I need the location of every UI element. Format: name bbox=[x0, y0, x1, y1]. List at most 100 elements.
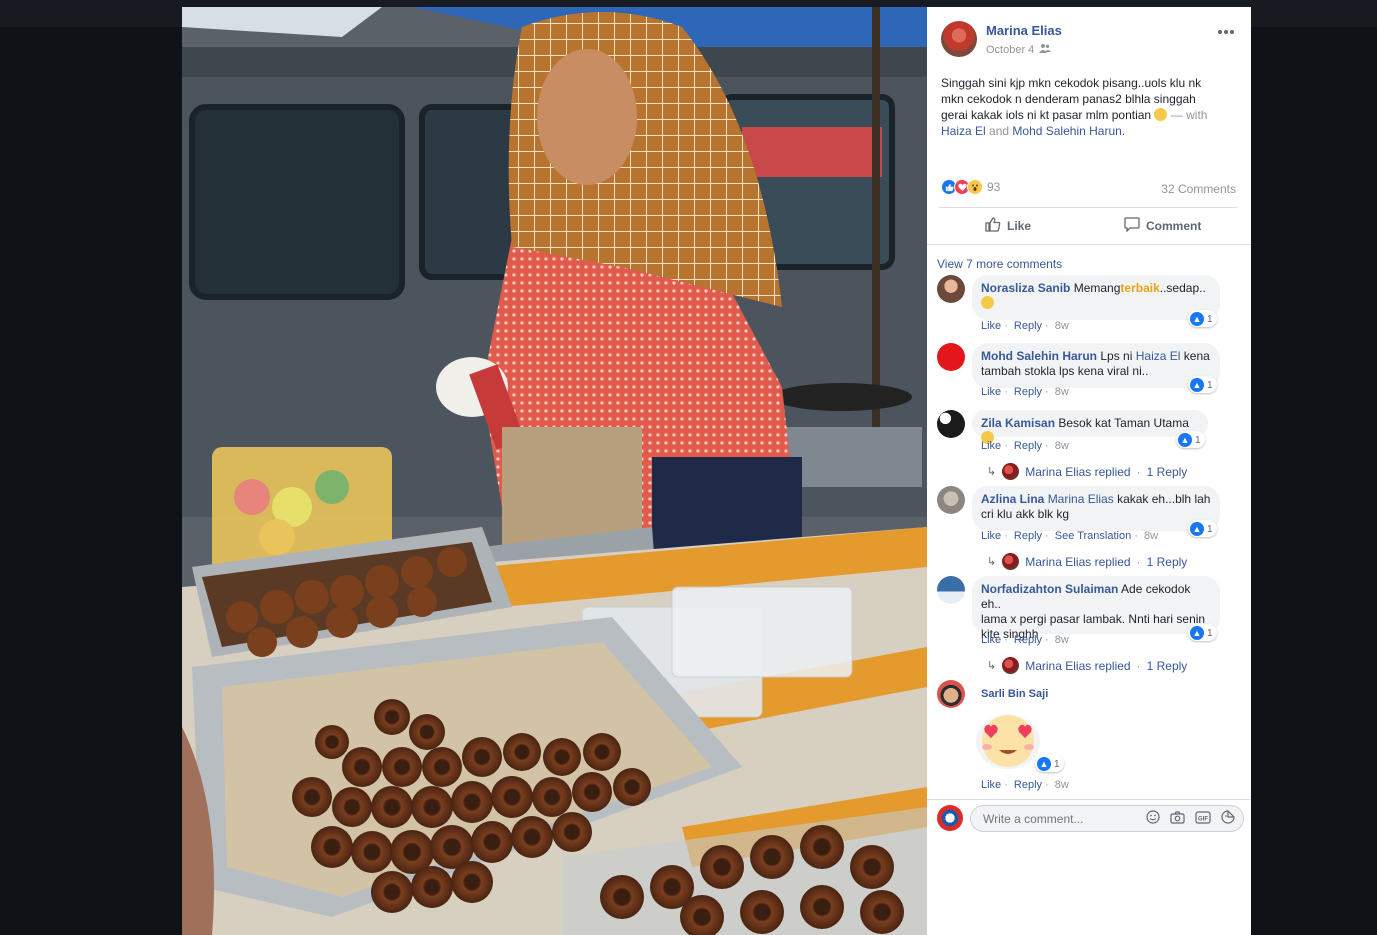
replies-link[interactable]: ↳ Marina Elias replied · 1 Reply bbox=[987, 657, 1187, 674]
comment-time[interactable]: 8w bbox=[1055, 440, 1069, 452]
ellipsis-icon[interactable] bbox=[1217, 24, 1235, 38]
replies-link[interactable]: ↳ Marina Elias replied · 1 Reply bbox=[987, 463, 1187, 480]
comment-time[interactable]: 8w bbox=[1055, 634, 1069, 646]
comments-count[interactable]: 32 Comments bbox=[1161, 182, 1236, 196]
comment-bubble: Mohd Salehin Harun Lps ni Haiza El kena … bbox=[972, 343, 1220, 388]
comment-bubble-icon bbox=[1124, 217, 1140, 235]
comment-reactions[interactable]: ▲ 1 bbox=[1188, 520, 1217, 537]
reaction-count[interactable]: 93 bbox=[987, 180, 1000, 194]
post-date-text[interactable]: October 4 bbox=[986, 44, 1034, 56]
wink-emoji-icon bbox=[1154, 108, 1168, 121]
comment-text: kakak eh...blh lah bbox=[1117, 492, 1211, 506]
avatar[interactable] bbox=[937, 343, 965, 371]
comment-time[interactable]: 8w bbox=[1055, 779, 1069, 791]
post-text-line: mkn cekodok n denderam panas2 blhla sing… bbox=[941, 92, 1196, 106]
like-icon: ▲ bbox=[1178, 433, 1192, 447]
post-date[interactable]: October 4 bbox=[986, 43, 1052, 56]
reply-count[interactable]: 1 Reply bbox=[1147, 555, 1188, 569]
comment-reactions[interactable]: ▲ 1 bbox=[1188, 376, 1217, 393]
comment-reply-link[interactable]: Reply bbox=[1014, 320, 1042, 332]
comment-mention[interactable]: Marina Elias bbox=[1048, 492, 1114, 506]
comment-mention[interactable]: Haiza El bbox=[1136, 349, 1181, 363]
comment-reactions[interactable]: ▲ 1 bbox=[1188, 310, 1217, 327]
view-more-comments[interactable]: View 7 more comments bbox=[937, 257, 1062, 271]
see-translation-link[interactable]: See Translation bbox=[1055, 530, 1131, 542]
post-photo[interactable] bbox=[182, 7, 927, 935]
comment-like-count: 1 bbox=[1207, 313, 1213, 325]
comment-author[interactable]: Zila Kamisan bbox=[981, 416, 1055, 430]
comment-reply-link[interactable]: Reply bbox=[1014, 386, 1042, 398]
comment-actions: Like · Reply · 8w bbox=[981, 320, 1069, 332]
reply-count[interactable]: 1 Reply bbox=[1147, 465, 1188, 479]
avatar bbox=[1002, 463, 1020, 480]
comment-time[interactable]: 8w bbox=[1055, 320, 1069, 332]
tagged-user-1[interactable]: Haiza El bbox=[941, 124, 986, 138]
comment-actions: Like · Reply · 8w bbox=[981, 386, 1069, 398]
comment-bubble: Norfadizahton Sulaiman Ade cekodok eh.. … bbox=[972, 576, 1220, 641]
post-panel: Marina Elias October 4 Singgah sini kjp … bbox=[927, 7, 1251, 935]
camera-icon[interactable] bbox=[1170, 810, 1185, 827]
comment-like-link[interactable]: Like bbox=[981, 530, 1001, 542]
avatar[interactable] bbox=[937, 410, 965, 438]
svg-text:GIF: GIF bbox=[1198, 816, 1208, 822]
post-text: Singgah sini kjp mkn cekodok pisang..uol… bbox=[941, 75, 1241, 139]
reactions-summary[interactable]: 93 bbox=[941, 179, 1000, 195]
reply-count[interactable]: 1 Reply bbox=[1147, 659, 1188, 673]
comment-reactions[interactable]: ▲ 1 bbox=[1176, 431, 1205, 448]
heart-eyes-sticker-icon bbox=[973, 712, 1043, 770]
post-text-line: gerai kakak iols ni kt pasar mlm pontian bbox=[941, 108, 1152, 122]
comment-button-label: Comment bbox=[1146, 219, 1202, 233]
avatar[interactable] bbox=[937, 275, 965, 303]
tagged-user-2[interactable]: Mohd Salehin Harun. bbox=[1012, 124, 1125, 138]
replies-link[interactable]: ↳ Marina Elias replied · 1 Reply bbox=[987, 553, 1187, 570]
comment-time[interactable]: 8w bbox=[1144, 530, 1158, 542]
comment-like-link[interactable]: Like bbox=[981, 779, 1001, 791]
wow-icon bbox=[967, 179, 983, 195]
comment-reply-link[interactable]: Reply bbox=[1014, 530, 1042, 542]
like-button-label: Like bbox=[1007, 219, 1032, 233]
and-text: and bbox=[989, 124, 1010, 138]
comment-like-count: 1 bbox=[1054, 758, 1060, 770]
comment-reply-link[interactable]: Reply bbox=[1014, 634, 1042, 646]
comment-author[interactable]: Norfadizahton Sulaiman bbox=[981, 582, 1118, 596]
comment-reply-link[interactable]: Reply bbox=[1014, 440, 1042, 452]
comment-reactions[interactable]: ▲ 1 bbox=[1035, 755, 1064, 772]
replied-by[interactable]: Marina Elias replied bbox=[1025, 555, 1130, 569]
thumbs-up-icon bbox=[985, 217, 1001, 235]
comment-author[interactable]: Azlina Lina bbox=[981, 492, 1044, 506]
avatar bbox=[1002, 553, 1020, 570]
comment-button[interactable]: Comment bbox=[1124, 217, 1201, 235]
comment-like-link[interactable]: Like bbox=[981, 440, 1001, 452]
avatar[interactable] bbox=[937, 576, 965, 604]
comment-text: ..sedap.. bbox=[1159, 281, 1206, 295]
with-text: — with bbox=[1170, 108, 1208, 122]
gif-icon[interactable]: GIF bbox=[1195, 810, 1211, 827]
comment-bubble: Azlina Lina Marina Elias kakak eh...blh … bbox=[972, 486, 1220, 531]
emoji-icon[interactable] bbox=[1146, 810, 1160, 827]
replied-by[interactable]: Marina Elias replied bbox=[1025, 465, 1130, 479]
avatar[interactable] bbox=[937, 486, 965, 514]
sticker-icon[interactable] bbox=[1221, 810, 1235, 827]
comment-like-link[interactable]: Like bbox=[981, 320, 1001, 332]
avatar[interactable] bbox=[937, 680, 965, 708]
comment-author[interactable]: Sarli Bin Saji bbox=[981, 688, 1048, 700]
comment-bubble: Zila Kamisan Besok kat Taman Utama bbox=[972, 410, 1208, 444]
comment-like-link[interactable]: Like bbox=[981, 634, 1001, 646]
comment-author[interactable]: Norasliza Sanib bbox=[981, 281, 1070, 295]
author-name[interactable]: Marina Elias bbox=[986, 23, 1062, 38]
comment-composer[interactable]: GIF bbox=[970, 805, 1244, 832]
comment-reply-link[interactable]: Reply bbox=[1014, 779, 1042, 791]
comment-time[interactable]: 8w bbox=[1055, 386, 1069, 398]
author-avatar[interactable] bbox=[941, 21, 977, 57]
comment-reactions[interactable]: ▲ 1 bbox=[1188, 624, 1217, 641]
like-icon: ▲ bbox=[1037, 757, 1051, 771]
replied-by[interactable]: Marina Elias replied bbox=[1025, 659, 1130, 673]
comment-author[interactable]: Mohd Salehin Harun bbox=[981, 349, 1097, 363]
divider bbox=[939, 207, 1237, 208]
comment-like-link[interactable]: Like bbox=[981, 386, 1001, 398]
like-icon: ▲ bbox=[1190, 626, 1204, 640]
post-text-line-3: gerai kakak iols ni kt pasar mlm pontian… bbox=[941, 107, 1241, 123]
like-button[interactable]: Like bbox=[985, 217, 1031, 235]
comment-text-line2: cri klu akk blk kg bbox=[981, 507, 1070, 521]
comment-input[interactable] bbox=[983, 811, 1140, 826]
